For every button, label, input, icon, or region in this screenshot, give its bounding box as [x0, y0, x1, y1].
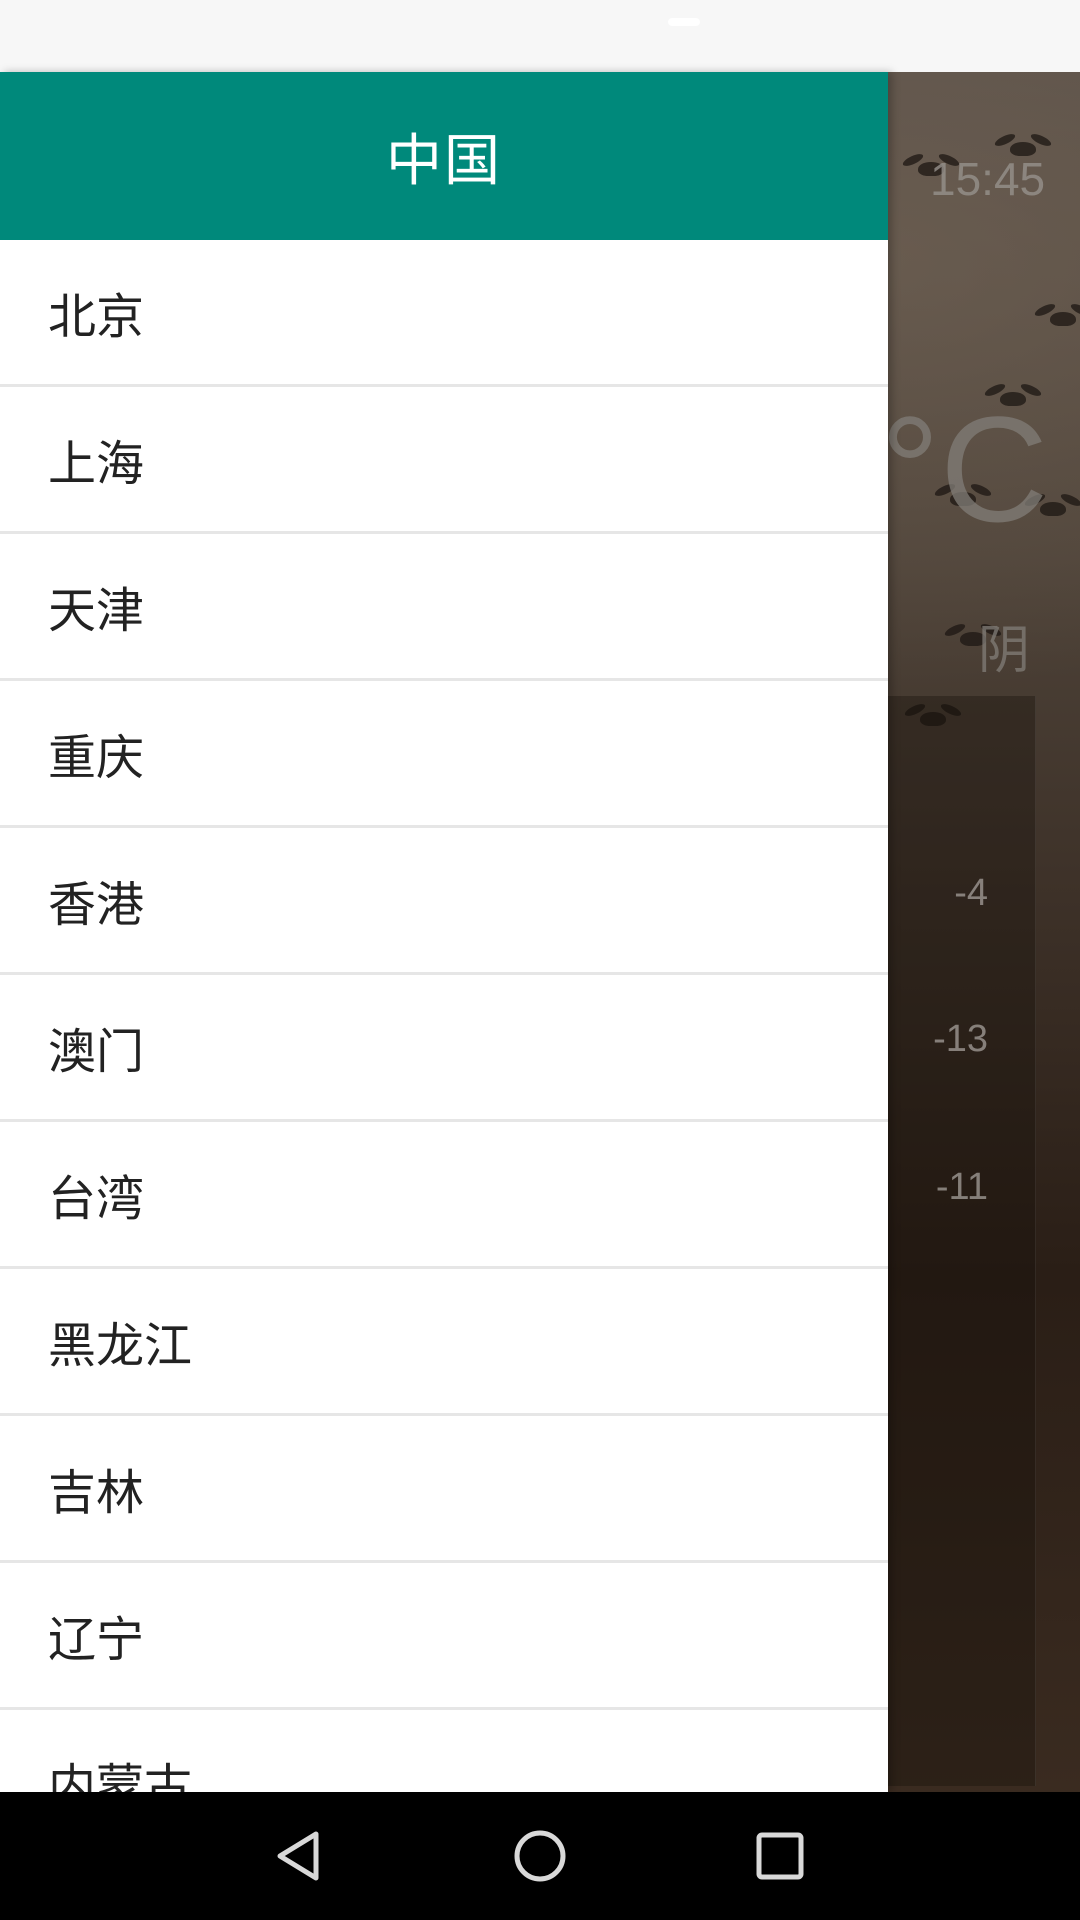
- list-item-tianjin[interactable]: 天津: [0, 534, 888, 681]
- recents-button[interactable]: [740, 1816, 820, 1896]
- city-label: 上海: [48, 436, 145, 492]
- city-list[interactable]: 北京 上海 天津 重庆 香港 澳门 台湾 黑龙江 吉林 辽宁 内蒙古: [0, 240, 888, 1792]
- city-label: 北京: [48, 289, 145, 345]
- forecast-value: -13: [933, 1018, 988, 1060]
- temperature-unit: °C: [880, 385, 1049, 553]
- city-label: 天津: [48, 583, 145, 639]
- home-button[interactable]: [500, 1816, 580, 1896]
- city-label: 台湾: [48, 1171, 145, 1227]
- drawer-header: 中国: [0, 72, 888, 240]
- province-drawer[interactable]: 中国 北京 上海 天津 重庆 香港 澳门 台湾 黑龙江 吉林 辽宁 内蒙古: [0, 72, 888, 1792]
- clock-time: 15:45: [930, 153, 1046, 205]
- city-label: 吉林: [48, 1465, 145, 1521]
- forecast-panel: [888, 696, 1036, 1786]
- list-item-jilin[interactable]: 吉林: [0, 1416, 888, 1563]
- recents-square-icon: [756, 1832, 804, 1880]
- navigation-bar: [0, 1792, 1080, 1920]
- city-label: 内蒙古: [48, 1759, 193, 1792]
- list-item-heilongjiang[interactable]: 黑龙江: [0, 1269, 888, 1416]
- list-item-chongqing[interactable]: 重庆: [0, 681, 888, 828]
- list-item-neimenggu[interactable]: 内蒙古: [0, 1710, 888, 1792]
- forecast-value: -11: [935, 1166, 988, 1208]
- city-label: 黑龙江: [48, 1318, 193, 1374]
- status-indicator: [668, 18, 700, 26]
- city-label: 澳门: [48, 1024, 145, 1080]
- city-label: 重庆: [48, 730, 145, 786]
- drawer-title: 中国: [386, 128, 502, 194]
- city-label: 香港: [48, 877, 145, 933]
- list-item-beijing[interactable]: 北京: [0, 240, 888, 387]
- forecast-value: -4: [954, 872, 988, 914]
- bird-silhouette: [1050, 312, 1076, 326]
- back-button[interactable]: [260, 1816, 340, 1896]
- home-circle-icon: [514, 1830, 566, 1882]
- list-item-liaoning[interactable]: 辽宁: [0, 1563, 888, 1710]
- list-item-taiwan[interactable]: 台湾: [0, 1122, 888, 1269]
- weather-description: 阴: [978, 621, 1031, 681]
- city-label: 辽宁: [48, 1612, 145, 1668]
- status-bar: [0, 0, 1080, 72]
- back-triangle-icon: [277, 1831, 319, 1881]
- list-item-hongkong[interactable]: 香港: [0, 828, 888, 975]
- list-item-shanghai[interactable]: 上海: [0, 387, 888, 534]
- list-item-macau[interactable]: 澳门: [0, 975, 888, 1122]
